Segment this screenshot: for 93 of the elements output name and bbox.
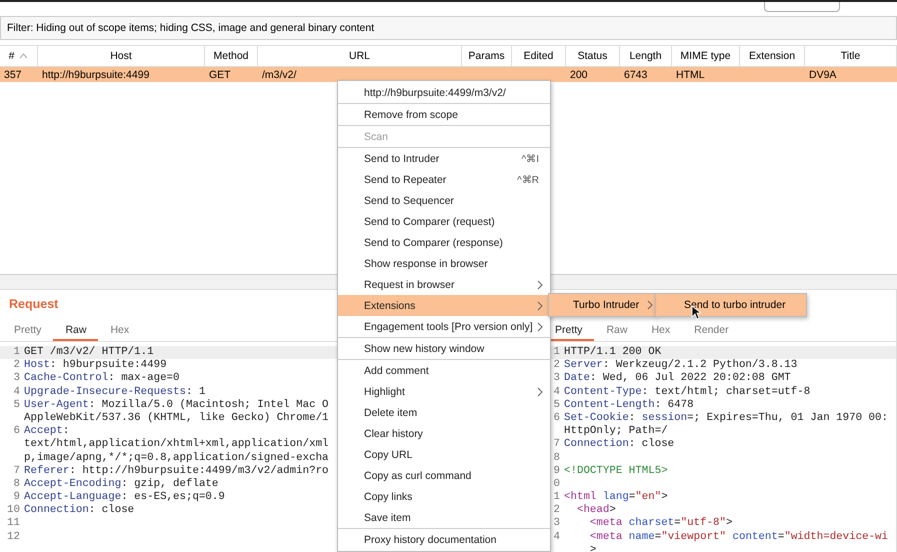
menu-item[interactable]: Copy links <box>338 486 550 507</box>
menu-item[interactable]: Send to Comparer (response) <box>338 232 550 253</box>
code-line: Accept-Encoding: gzip, deflate <box>24 478 218 492</box>
pane-title: Request <box>9 297 58 313</box>
line-number: 4 <box>14 386 20 398</box>
menu-item[interactable]: Turbo Intruder <box>548 293 656 317</box>
code-line: <head> <box>576 504 616 518</box>
code-line: Content-Length: 6478 <box>564 398 694 412</box>
line-number: 10 <box>7 504 20 516</box>
code-line: <!DOCTYPE HTML5> <box>564 464 668 478</box>
filter-bar[interactable]: Filter: Hiding out of scope items; hiding CSS, image and general binary content <box>0 16 897 40</box>
menu-item[interactable]: Request in browser <box>338 274 550 295</box>
table-row[interactable]: 357 http://h9burpsuite:4499 GET /m3/v2/ 200 6743 HTML DV9A <box>0 67 897 82</box>
editor-tab[interactable]: Hex <box>98 320 142 341</box>
code-line: p,image/apng,*/*;q=0.8,application/signed-excha <box>24 452 329 465</box>
editor-tab[interactable]: Render <box>682 320 741 341</box>
line-number: 9 <box>14 491 20 504</box>
editor-tab[interactable]: Raw <box>594 320 640 341</box>
code-line: text/html,application/xhtml+xml,application/xml <box>24 438 329 452</box>
line-number: 1 <box>14 346 20 358</box>
menu-item[interactable]: Extensions <box>338 295 550 316</box>
menu-item[interactable]: Send to turbo intruder <box>655 293 807 317</box>
code-line: Connection: close <box>24 504 134 518</box>
line-number: 5 <box>554 398 560 411</box>
editor-tab[interactable]: Raw <box>53 320 98 341</box>
code-line: Upgrade-Insecure-Requests: 1 <box>24 386 206 399</box>
menu-item[interactable]: Highlight <box>338 381 550 402</box>
line-number: 0 <box>554 478 560 490</box>
menu-item[interactable]: Remove from scope <box>338 104 550 125</box>
code-line: Host: h9burpsuite:4499 <box>24 359 167 372</box>
line-number: 1 <box>554 491 560 504</box>
line-number: 6 <box>554 412 560 424</box>
code-line: Referer: http://h9burpsuite:4499/m3/v2/admin?ro <box>24 464 329 478</box>
menu-item[interactable]: Show response in browser <box>338 253 550 274</box>
menu-item[interactable]: Show new history window <box>338 338 550 359</box>
line-number: 3 <box>554 517 560 530</box>
line-number: 1 <box>554 346 560 358</box>
line-number: 3 <box>554 372 560 384</box>
line-number: 4 <box>554 530 560 543</box>
menu-item[interactable]: Engagement tools [Pro version only] <box>338 316 550 337</box>
menu-item[interactable]: Delete item <box>338 402 550 423</box>
line-number: 7 <box>14 464 20 477</box>
table-cell: GET <box>209 68 231 80</box>
line-number: 2 <box>14 359 20 372</box>
code-line: Date: Wed, 06 Jul 2022 20:02:08 GMT <box>564 372 791 386</box>
table-cell: 200 <box>570 68 588 80</box>
code-line: HTTP/1.1 200 OK <box>564 346 662 359</box>
code-line: Connection: close <box>564 438 674 452</box>
editor-tab[interactable]: Hex <box>639 320 682 341</box>
code-line: Server: Werkzeug/2.1.2 Python/3.8.13 <box>564 359 798 372</box>
code-line: > <box>588 544 596 552</box>
table-cell: HTML <box>676 68 705 80</box>
menu-item[interactable]: Clear history <box>338 423 550 444</box>
menu-item[interactable]: Copy as curl command <box>338 465 550 486</box>
code-line: User-Agent: Mozilla/5.0 (Macintosh; Intel Mac O <box>24 398 329 412</box>
line-number: 8 <box>14 478 20 490</box>
code-line: Accept-Language: es-ES,es;q=0.9 <box>24 491 225 504</box>
editor-tab[interactable]: Pretty <box>2 320 54 341</box>
line-number: 4 <box>554 386 560 398</box>
code-line: <html lang="en"> <box>564 491 668 504</box>
menu-item[interactable]: Proxy history documentation <box>338 529 550 550</box>
code-line: GET /m3/v2/ HTTP/1.1 <box>24 346 154 359</box>
line-number: 7 <box>554 438 560 450</box>
table-cell: /m3/v2/ <box>262 68 296 80</box>
table-cell: http://h9burpsuite:4499 <box>42 68 150 80</box>
line-number: 8 <box>554 452 560 464</box>
menu-item[interactable]: http://h9burpsuite:4499/m3/v2/ <box>338 82 550 103</box>
code-line: Accept: <box>24 425 70 438</box>
line-number: 2 <box>554 359 560 372</box>
menu-item[interactable]: Send to Comparer (request) <box>338 211 550 232</box>
menu-item[interactable]: Send to Sequencer <box>338 190 550 211</box>
table-cell: 357 <box>4 68 22 80</box>
menu-item[interactable]: Copy URL <box>338 444 550 465</box>
code-line: <meta name="viewport" content="width=device-wi <box>588 530 888 544</box>
line-number: 2 <box>554 504 560 516</box>
menu-item[interactable]: Add comment <box>338 360 550 381</box>
code-line: AppleWebKit/537.36 (KHTML, like Gecko) Chrome/1 <box>24 412 329 426</box>
code-line: Content-Type: text/html; charset=utf-8 <box>564 386 810 399</box>
menu-item[interactable]: Send to Intruder ^⌘I <box>338 148 550 169</box>
code-line: Cache-Control: max-age=0 <box>24 372 180 386</box>
line-number: 9 <box>554 464 560 477</box>
line-number: 11 <box>7 517 20 530</box>
menu-item[interactable]: Save item <box>338 507 550 528</box>
code-line: <meta charset="utf-8"> <box>588 517 732 531</box>
table-cell: 6743 <box>624 68 648 80</box>
line-number: 3 <box>14 372 20 384</box>
line-number: 6 <box>14 425 20 438</box>
code-line: HttpOnly; Path=/ <box>564 425 668 438</box>
line-number: 5 <box>14 398 20 411</box>
code-line: Set-Cookie: session=; Expires=Thu, 01 Jan 1970 00: <box>564 412 888 425</box>
line-number: 12 <box>7 530 20 543</box>
menu-item[interactable]: Send to Repeater ^⌘R <box>338 169 550 190</box>
table-cell: DV9A <box>809 68 836 80</box>
